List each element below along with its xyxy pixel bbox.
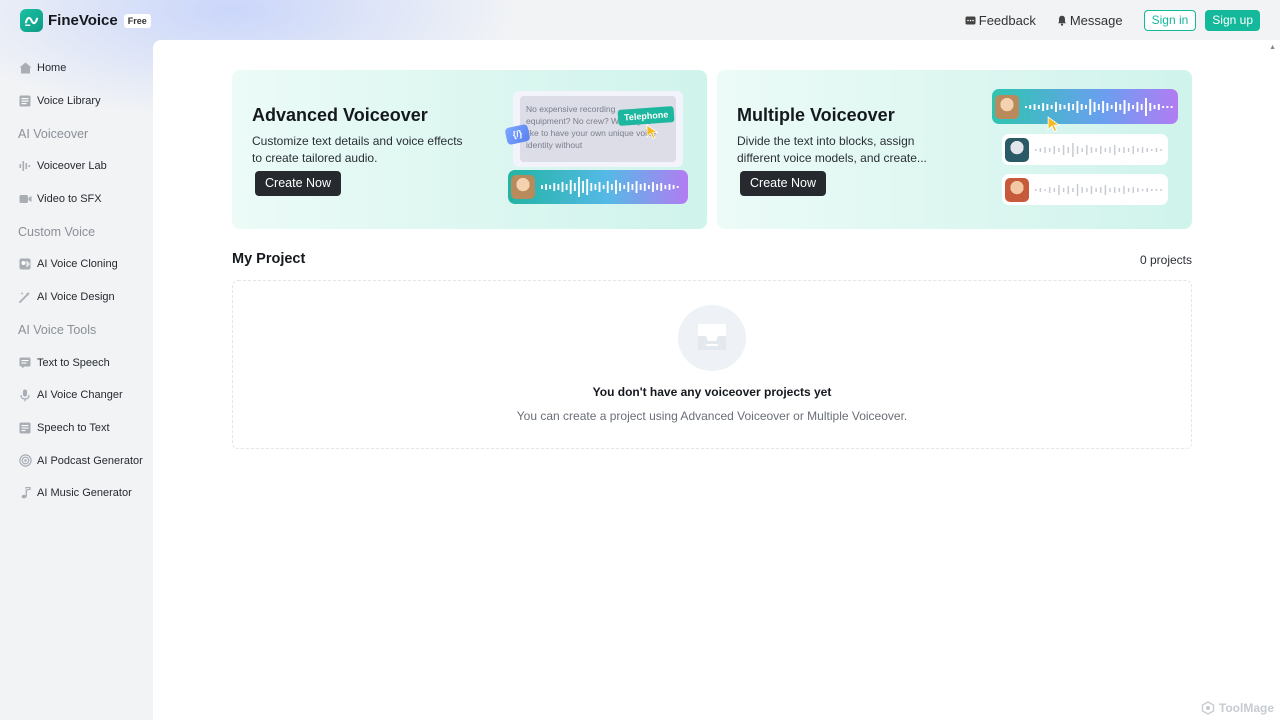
- sidebar-item-speech-to-text[interactable]: Speech to Text: [0, 412, 153, 445]
- list-icon: [18, 94, 32, 108]
- sidebar-item-text-to-speech[interactable]: Text to Speech: [0, 346, 153, 379]
- card-description: Divide the text into blocks, assign diff…: [737, 134, 927, 165]
- sidebar-item-ai-music-generator[interactable]: AI Music Generator: [0, 477, 153, 510]
- empty-state-title: You don't have any voiceover projects ye…: [592, 385, 832, 399]
- voice-waveform-bar-1: [992, 89, 1178, 124]
- multiple-create-now-button[interactable]: Create Now: [740, 171, 826, 196]
- mic-icon: [18, 388, 32, 402]
- multiple-voiceover-card[interactable]: Multiple Voiceover Divide the text into …: [717, 70, 1192, 229]
- music-note-icon: [18, 486, 32, 500]
- watermark-text: ToolMage: [1218, 701, 1274, 715]
- main-content: Advanced Voiceover Customize text detail…: [153, 40, 1280, 720]
- advanced-create-now-button[interactable]: Create Now: [255, 171, 341, 196]
- voice-waveform-bar-3: [1002, 174, 1168, 205]
- empty-inbox-icon: [678, 305, 746, 371]
- sidebar-item-label: Voice Library: [37, 95, 101, 108]
- podcast-icon: [18, 454, 32, 468]
- card-description: Customize text details and voice effects…: [252, 134, 463, 165]
- my-project-title: My Project: [232, 251, 306, 267]
- voice-waveform-bar: [508, 170, 688, 204]
- message-label: Message: [1069, 13, 1123, 28]
- home-icon: [18, 61, 32, 75]
- feedback-label: Feedback: [978, 13, 1036, 28]
- chat-icon: [965, 16, 976, 24]
- cursor-icon: [1047, 116, 1061, 132]
- top-bar: FineVoice Free Feedback Message Sign in …: [0, 0, 1280, 40]
- sidebar-item-ai-podcast-generator[interactable]: AI Podcast Generator: [0, 444, 153, 477]
- sidebar-item-label: Speech to Text: [37, 421, 110, 434]
- cursor-icon: [646, 124, 659, 139]
- sidebar-item-label: Text to Speech: [37, 356, 110, 369]
- clone-icon: [18, 257, 32, 271]
- magic-wand-icon: [18, 290, 32, 304]
- sidebar-item-label: Home: [37, 62, 67, 75]
- waveform-icon: [541, 177, 679, 197]
- section-custom-voice: Custom Voice: [18, 224, 96, 239]
- watermark-logo-icon: [1201, 701, 1215, 715]
- sidebar-item-voiceover-lab[interactable]: Voiceover Lab: [0, 150, 153, 183]
- empty-state-description: You can create a project using Advanced …: [516, 409, 908, 423]
- voice-avatar: [511, 175, 535, 199]
- section-ai-voice-tools: AI Voice Tools: [18, 322, 97, 337]
- app-name: FineVoice: [48, 12, 118, 29]
- voice-avatar: [1005, 177, 1029, 202]
- message-link[interactable]: Message: [1057, 13, 1123, 28]
- video-icon: [18, 192, 32, 206]
- scrollbar-up-arrow[interactable]: ▲: [1269, 44, 1276, 51]
- card-title: Multiple Voiceover: [737, 105, 895, 125]
- header-actions: Feedback Message Sign in Sign up: [965, 10, 1260, 31]
- sidebar-item-ai-voice-design[interactable]: AI Voice Design: [0, 281, 153, 314]
- sidebar-nav: Home Voice Library AI Voiceover Voiceove…: [0, 52, 153, 510]
- sign-up-button[interactable]: Sign up: [1205, 10, 1260, 31]
- waveform-icon: [1025, 97, 1173, 116]
- sidebar-item-label: AI Voice Cloning: [37, 258, 118, 271]
- sign-in-button[interactable]: Sign in: [1143, 10, 1197, 31]
- sidebar-item-label: Voiceover Lab: [37, 160, 107, 173]
- sidebar-item-home[interactable]: Home: [0, 52, 153, 85]
- sidebar-item-label: AI Podcast Generator: [37, 454, 143, 467]
- app-logo[interactable]: FineVoice Free: [20, 9, 151, 32]
- section-ai-voiceover: AI Voiceover: [18, 126, 89, 141]
- waveform-icon: [1035, 142, 1162, 157]
- sidebar-item-label: Video to SFX: [37, 193, 102, 206]
- sidebar-item-voice-library[interactable]: Voice Library: [0, 85, 153, 118]
- bell-icon: [1057, 15, 1066, 26]
- project-count: 0 projects: [1139, 253, 1192, 267]
- document-icon: [18, 356, 32, 370]
- card-title: Advanced Voiceover: [252, 105, 428, 125]
- sidebar-item-video-to-sfx[interactable]: Video to SFX: [0, 183, 153, 216]
- voice-avatar: [1005, 137, 1029, 162]
- sidebar-item-label: AI Music Generator: [37, 487, 132, 500]
- wave-logo-icon: [20, 9, 43, 32]
- empty-projects-panel: You don't have any voiceover projects ye…: [232, 280, 1192, 449]
- voice-waveform-bar-2: [1002, 134, 1168, 165]
- plan-badge: Free: [123, 13, 151, 28]
- waveform-icon: [1035, 183, 1162, 196]
- feedback-link[interactable]: Feedback: [965, 13, 1036, 28]
- sidebar-item-label: AI Voice Design: [37, 291, 115, 304]
- watermark: ToolMage: [1201, 701, 1274, 715]
- voice-avatar: [995, 94, 1019, 119]
- advanced-voiceover-card[interactable]: Advanced Voiceover Customize text detail…: [232, 70, 707, 229]
- sidebar-item-ai-voice-cloning[interactable]: AI Voice Cloning: [0, 248, 153, 281]
- sidebar-item-ai-voice-changer[interactable]: AI Voice Changer: [0, 379, 153, 412]
- text-icon: [18, 421, 32, 435]
- sidebar-item-label: AI Voice Changer: [37, 389, 123, 402]
- waveform-icon: [18, 159, 32, 173]
